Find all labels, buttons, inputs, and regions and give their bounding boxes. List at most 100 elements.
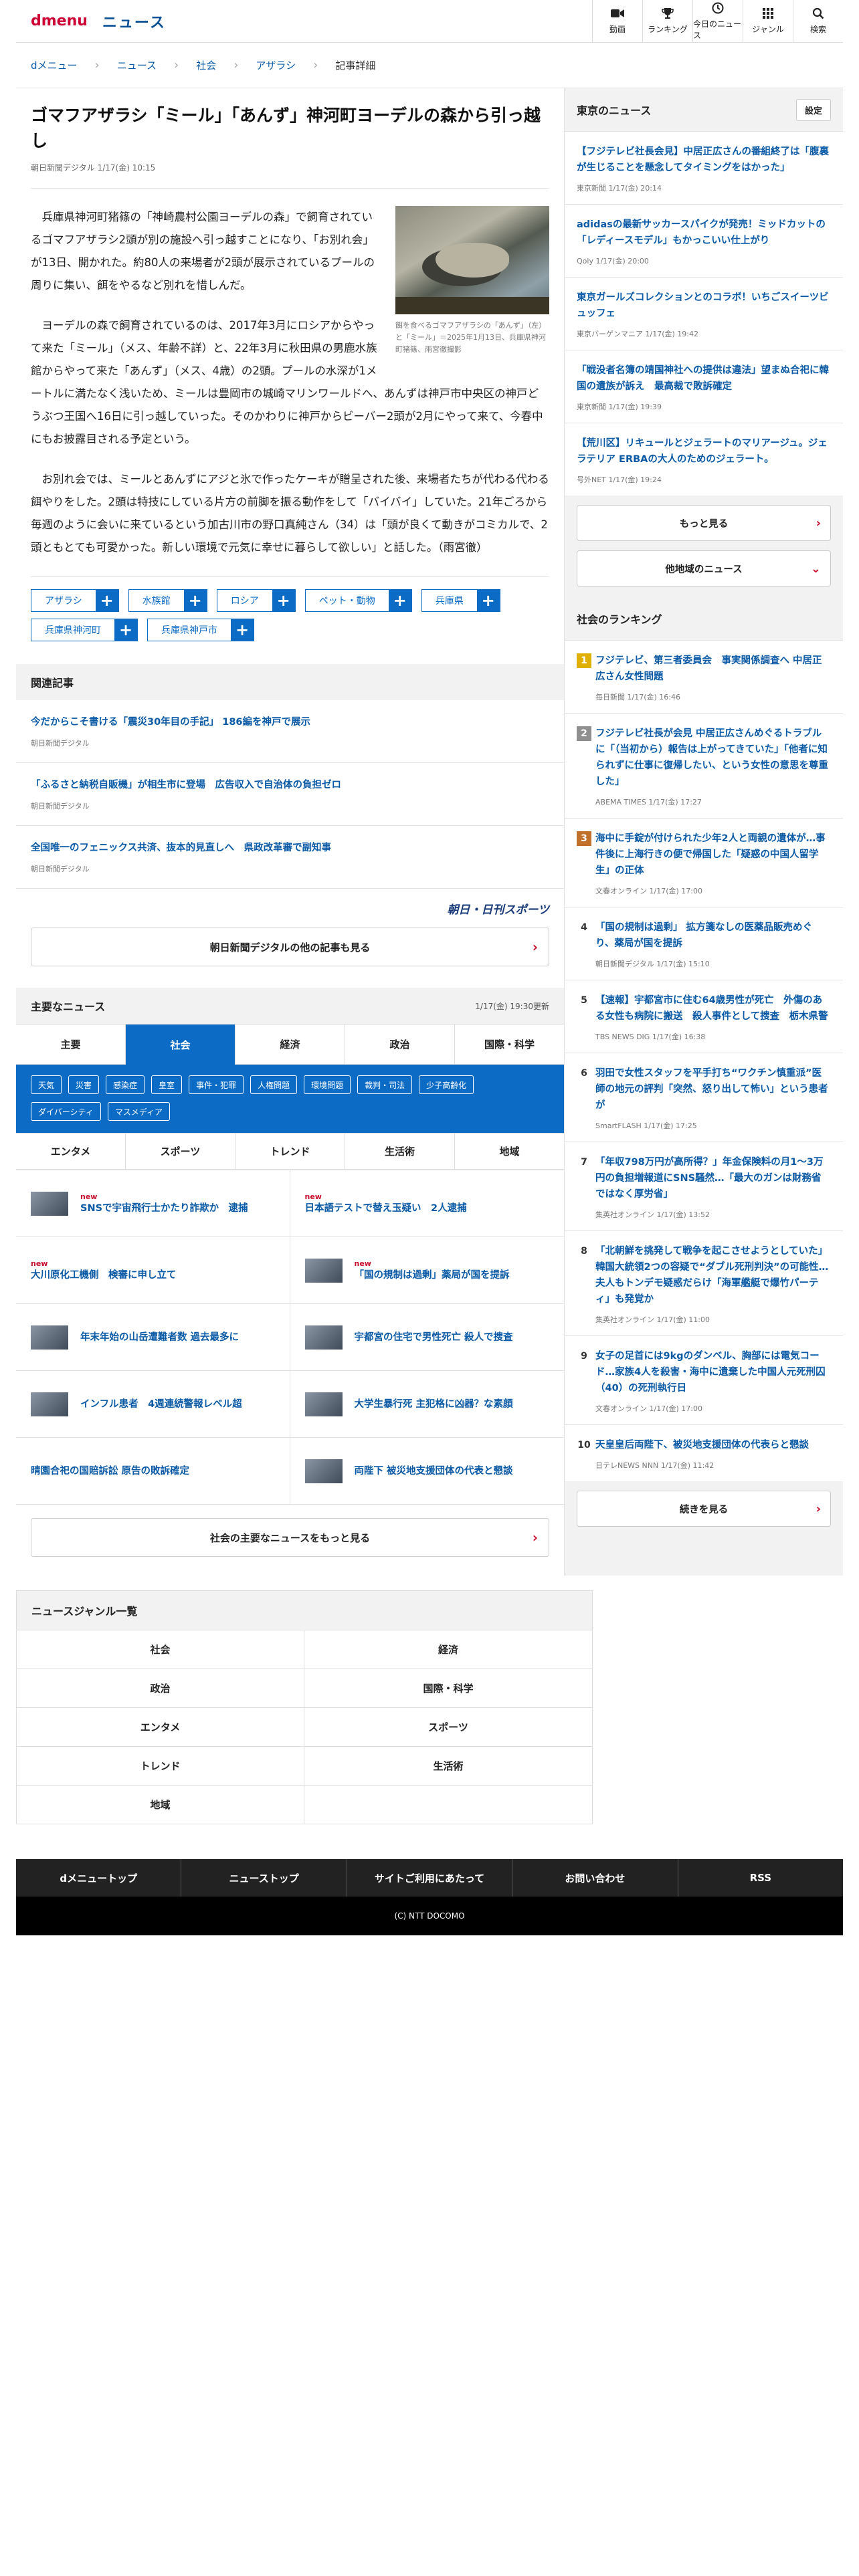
tab-sports[interactable]: スポーツ	[126, 1134, 235, 1170]
tag-seal[interactable]: アザラシ +	[31, 589, 119, 612]
news-title[interactable]: 天皇皇后両陛下、被災地支援団体の代表らと懇談	[595, 1437, 809, 1453]
news-title[interactable]: 「戦没者名簿の靖国神社への提供は違法」望まぬ合祀に韓国の遺族が訴え 最高裁で敗訴…	[577, 362, 831, 395]
ranking-item[interactable]: 6 羽田で女性スタッフを平手打ち“ワクチン慎重派”医師の地元の評判「突然、怒り出し…	[565, 1053, 843, 1142]
news-title[interactable]: 海中に手錠が付けられた少年2人と両親の遺体が…事件後に上海行きの便で帰国した「疑…	[595, 831, 831, 879]
genre-entertainment[interactable]: エンタメ	[17, 1707, 304, 1746]
tab-main[interactable]: 主要	[16, 1025, 126, 1065]
news-thumbnail[interactable]	[31, 1392, 68, 1416]
related-item[interactable]: 今だからこそ書ける「震災30年目の手記」 186編を神戸で展示 朝日新聞デジタル	[16, 700, 564, 763]
news-item[interactable]: 年末年始の山岳遭難者数 過去最多に	[16, 1303, 290, 1370]
tag-label[interactable]: 兵庫県神戸市	[148, 619, 231, 641]
chip-infection[interactable]: 感染症	[106, 1075, 145, 1094]
plus-icon[interactable]: +	[231, 619, 254, 641]
breadcrumb-seal[interactable]: アザラシ	[256, 58, 296, 72]
news-title[interactable]: 【速報】宇都宮市に住む64歳男性が死亡 外傷のある女性も病院に搬送 殺人事件とし…	[595, 992, 831, 1025]
plus-icon[interactable]: +	[476, 590, 500, 611]
society-more-button[interactable]: 社会の主要なニュースをもっと見る ›	[31, 1518, 549, 1557]
news-title[interactable]: 大川原化工機側 検審に申し立て	[31, 1269, 177, 1282]
tag-russia[interactable]: ロシア +	[216, 589, 296, 612]
tag-kamikawa[interactable]: 兵庫県神河町 +	[31, 619, 138, 641]
related-title[interactable]: 全国唯一のフェニックス共済、抜本的見直しへ 県政改革審で副知事	[31, 840, 549, 854]
footer-dmenu-top[interactable]: dメニュートップ	[16, 1859, 182, 1897]
tag-label[interactable]: 兵庫県	[422, 590, 477, 611]
ranking-item[interactable]: 3 海中に手錠が付けられた少年2人と両親の遺体が…事件後に上海行きの便で帰国した「…	[565, 818, 843, 907]
news-thumbnail[interactable]	[304, 1258, 343, 1283]
news-thumbnail[interactable]	[304, 1325, 343, 1350]
news-title[interactable]: 年末年始の山岳遭難者数 過去最多に	[80, 1331, 239, 1344]
ranking-item[interactable]: 8 「北朝鮮を挑発して戦争を起こさせようとしていた」韓国大統領2つの容疑で“ダブル…	[565, 1230, 843, 1335]
news-thumbnail[interactable]	[304, 1459, 343, 1483]
news-item[interactable]: 大学生暴行死 主犯格に凶器？な素顔	[290, 1370, 564, 1437]
chip-human-rights[interactable]: 人権問題	[250, 1075, 298, 1094]
genre-lifestyle[interactable]: 生活術	[304, 1746, 592, 1785]
news-title[interactable]: 東京ガールズコレクションとのコラボ！いちごスイーツビュッフェ	[577, 290, 831, 322]
news-thumbnail[interactable]	[31, 1325, 68, 1350]
tab-lifestyle[interactable]: 生活術	[345, 1134, 455, 1170]
news-title[interactable]: 「北朝鮮を挑発して戦争を起こさせようとしていた」韓国大統領2つの容疑で“ダブル死…	[595, 1243, 831, 1307]
ranking-item[interactable]: 2 フジテレビ社長が会見 中居正広さんめぐるトラブルに「（当初から）報告は上がって…	[565, 713, 843, 818]
plus-icon[interactable]: +	[272, 590, 295, 611]
genre-society[interactable]: 社会	[17, 1630, 304, 1669]
genre-sports[interactable]: スポーツ	[304, 1707, 592, 1746]
chip-diversity[interactable]: ダイバーシティ	[31, 1102, 101, 1121]
ranking-item[interactable]: 10 天皇皇后両陛下、被災地支援団体の代表らと懇談 日テレNEWS NNN 1/17…	[565, 1424, 843, 1481]
settings-button[interactable]: 設定	[795, 98, 831, 121]
tag-label[interactable]: ロシア	[217, 590, 272, 611]
nav-search[interactable]: 検索	[793, 0, 843, 43]
news-item[interactable]: 晴園合祀の国賠訴訟 原告の敗訴確定	[16, 1437, 290, 1504]
breadcrumb-dmenu[interactable]: dメニュー	[31, 58, 78, 72]
ranking-item[interactable]: 4 「国の規制は過剰」 拡方箋なしの医薬品販売めぐり、薬局が国を提訴 朝日新聞デジタ…	[565, 907, 843, 980]
plus-icon[interactable]: +	[183, 590, 207, 611]
news-logo[interactable]: ニュース	[102, 11, 166, 32]
tab-region[interactable]: 地域	[455, 1134, 564, 1170]
news-title[interactable]: 【フジテレビ社長会見】中居正広さんの番組終了は「腹裏が生じることを懸念してタイミ…	[577, 144, 831, 176]
footer-contact[interactable]: お問い合わせ	[512, 1859, 678, 1897]
news-title[interactable]: 羽田で女性スタッフを平手打ち“ワクチン慎重派”医師の地元の評判「突然、怒り出して…	[595, 1065, 831, 1113]
tag-hyogo[interactable]: 兵庫県 +	[421, 589, 500, 612]
news-item[interactable]: new 日本語テストで替え玉疑い 2人逮捕	[290, 1170, 564, 1237]
news-thumbnail[interactable]	[304, 1392, 343, 1416]
nav-video[interactable]: 動画	[592, 0, 642, 43]
footer-news-top[interactable]: ニューストップ	[181, 1859, 347, 1897]
plus-icon[interactable]: +	[114, 619, 137, 641]
tokyo-news-item[interactable]: 【フジテレビ社長会見】中居正広さんの番組終了は「腹裏が生じることを懸念してタイミ…	[565, 131, 843, 204]
chip-media[interactable]: マスメディア	[107, 1102, 170, 1121]
chip-imperial[interactable]: 皇室	[151, 1075, 183, 1094]
related-item[interactable]: 「ふるさと納税自販機」が相生市に登場 広告収入で自治体の負担ゼロ 朝日新聞デジタル	[16, 763, 564, 826]
tag-kobe[interactable]: 兵庫県神戸市 +	[147, 619, 254, 641]
news-item[interactable]: インフル患者 4週連続警報レベル超	[16, 1370, 290, 1437]
chip-disaster[interactable]: 災害	[68, 1075, 100, 1094]
tag-label[interactable]: ペット・動物	[306, 590, 389, 611]
article-photo[interactable]: 餌を食べるゴマフアザラシの「あんず」（左）と「ミール」＝2025年1月13日、兵…	[395, 206, 549, 356]
news-title[interactable]: 【荒川区】リキュールとジェラートのマリアージュ。ジェラテリア ERBAの大人のた…	[577, 435, 831, 467]
logo[interactable]: dmenu ニュース	[16, 11, 166, 32]
news-title[interactable]: adidasの最新サッカースパイクが発売！ミッドカットの「レディースモデル」もか…	[577, 217, 831, 249]
news-title[interactable]: 日本語テストで替え玉疑い 2人逮捕	[305, 1202, 467, 1215]
tab-trend[interactable]: トレンド	[235, 1134, 345, 1170]
news-title[interactable]: 「国の規制は過剰」 拡方箋なしの医薬品販売めぐり、薬局が国を提訴	[595, 920, 831, 952]
news-title[interactable]: 「年収798万円が高所得？」年金保険料の月1～3万円の負担増報道にSNS騒然…「…	[595, 1154, 831, 1202]
tab-entertainment[interactable]: エンタメ	[16, 1134, 126, 1170]
footer-rss[interactable]: RSS	[678, 1859, 843, 1897]
ranking-item[interactable]: 7 「年収798万円が高所得？」年金保険料の月1～3万円の負担増報道にSNS騒然……	[565, 1142, 843, 1230]
news-title[interactable]: 両陛下 被災地支援団体の代表と懇談	[355, 1465, 513, 1478]
related-title[interactable]: 「ふるさと納税自販機」が相生市に登場 広告収入で自治体の負担ゼロ	[31, 777, 549, 791]
related-item[interactable]: 全国唯一のフェニックス共済、抜本的見直しへ 県政改革審で副知事 朝日新聞デジタル	[16, 826, 564, 889]
chip-court[interactable]: 裁判・司法	[357, 1075, 413, 1094]
tag-label[interactable]: 水族館	[129, 590, 184, 611]
news-title[interactable]: フジテレビ社長が会見 中居正広さんめぐるトラブルに「（当初から）報告は上がってき…	[595, 726, 831, 790]
genre-international[interactable]: 国際・科学	[304, 1669, 592, 1707]
news-title[interactable]: 晴園合祀の国賠訴訟 原告の敗訴確定	[31, 1465, 189, 1478]
tab-economy[interactable]: 経済	[235, 1025, 345, 1065]
seal-photo[interactable]	[395, 206, 549, 314]
tab-society[interactable]: 社会	[126, 1025, 235, 1065]
ranking-item[interactable]: 1 フジテレビ、第三者委員会 事実関係調査へ 中居正広さん女性問題 毎日新聞 1/1…	[565, 640, 843, 713]
chip-crime[interactable]: 事件・犯罪	[189, 1075, 244, 1094]
nav-today[interactable]: 今日のニュース	[692, 0, 743, 43]
tokyo-news-item[interactable]: 東京ガールズコレクションとのコラボ！いちごスイーツビュッフェ 東京バーゲンマニア …	[565, 277, 843, 350]
genre-trend[interactable]: トレンド	[17, 1746, 304, 1785]
footer-terms[interactable]: サイトご利用にあたって	[347, 1859, 513, 1897]
tab-international[interactable]: 国際・科学	[455, 1025, 564, 1065]
tag-label[interactable]: アザラシ	[31, 590, 96, 611]
news-title[interactable]: 宇都宮の住宅で男性死亡 殺人で捜査	[355, 1331, 513, 1344]
